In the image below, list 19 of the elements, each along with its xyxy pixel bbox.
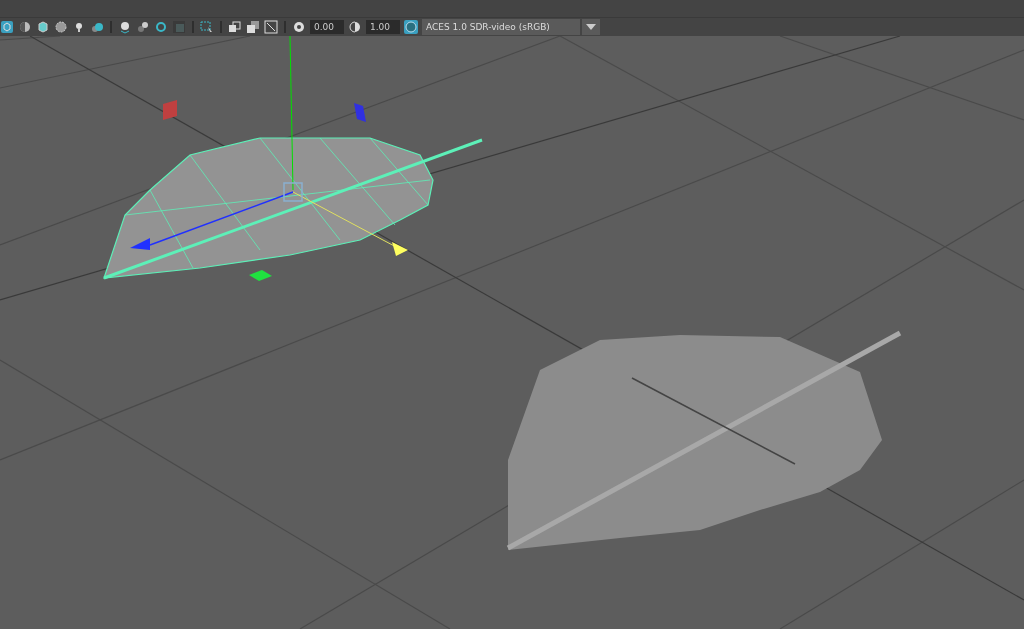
- diagonal-square-icon[interactable]: [264, 20, 278, 34]
- color-management-icon[interactable]: [404, 20, 418, 34]
- spheres-icon[interactable]: [136, 20, 150, 34]
- wireframe-cube-icon[interactable]: [36, 20, 50, 34]
- sphere-icon[interactable]: [118, 20, 132, 34]
- selection-cursor-icon[interactable]: [200, 20, 214, 34]
- overlap-squares-icon[interactable]: [228, 20, 242, 34]
- shaded-sphere-icon[interactable]: [90, 20, 104, 34]
- gamma-field[interactable]: 1.00: [366, 20, 400, 34]
- half-circle-icon[interactable]: [348, 20, 362, 34]
- dropdown-button[interactable]: [582, 19, 600, 35]
- caret-icon: [586, 24, 596, 30]
- exposure-field[interactable]: 0.00: [310, 20, 344, 34]
- color-space-dropdown[interactable]: ACES 1.0 SDR-video (sRGB): [422, 19, 580, 35]
- half-sphere-icon[interactable]: [18, 20, 32, 34]
- checker-sphere-icon[interactable]: [54, 20, 68, 34]
- ring-icon[interactable]: [154, 20, 168, 34]
- stacked-squares-icon[interactable]: [246, 20, 260, 34]
- aperture-icon[interactable]: [292, 20, 306, 34]
